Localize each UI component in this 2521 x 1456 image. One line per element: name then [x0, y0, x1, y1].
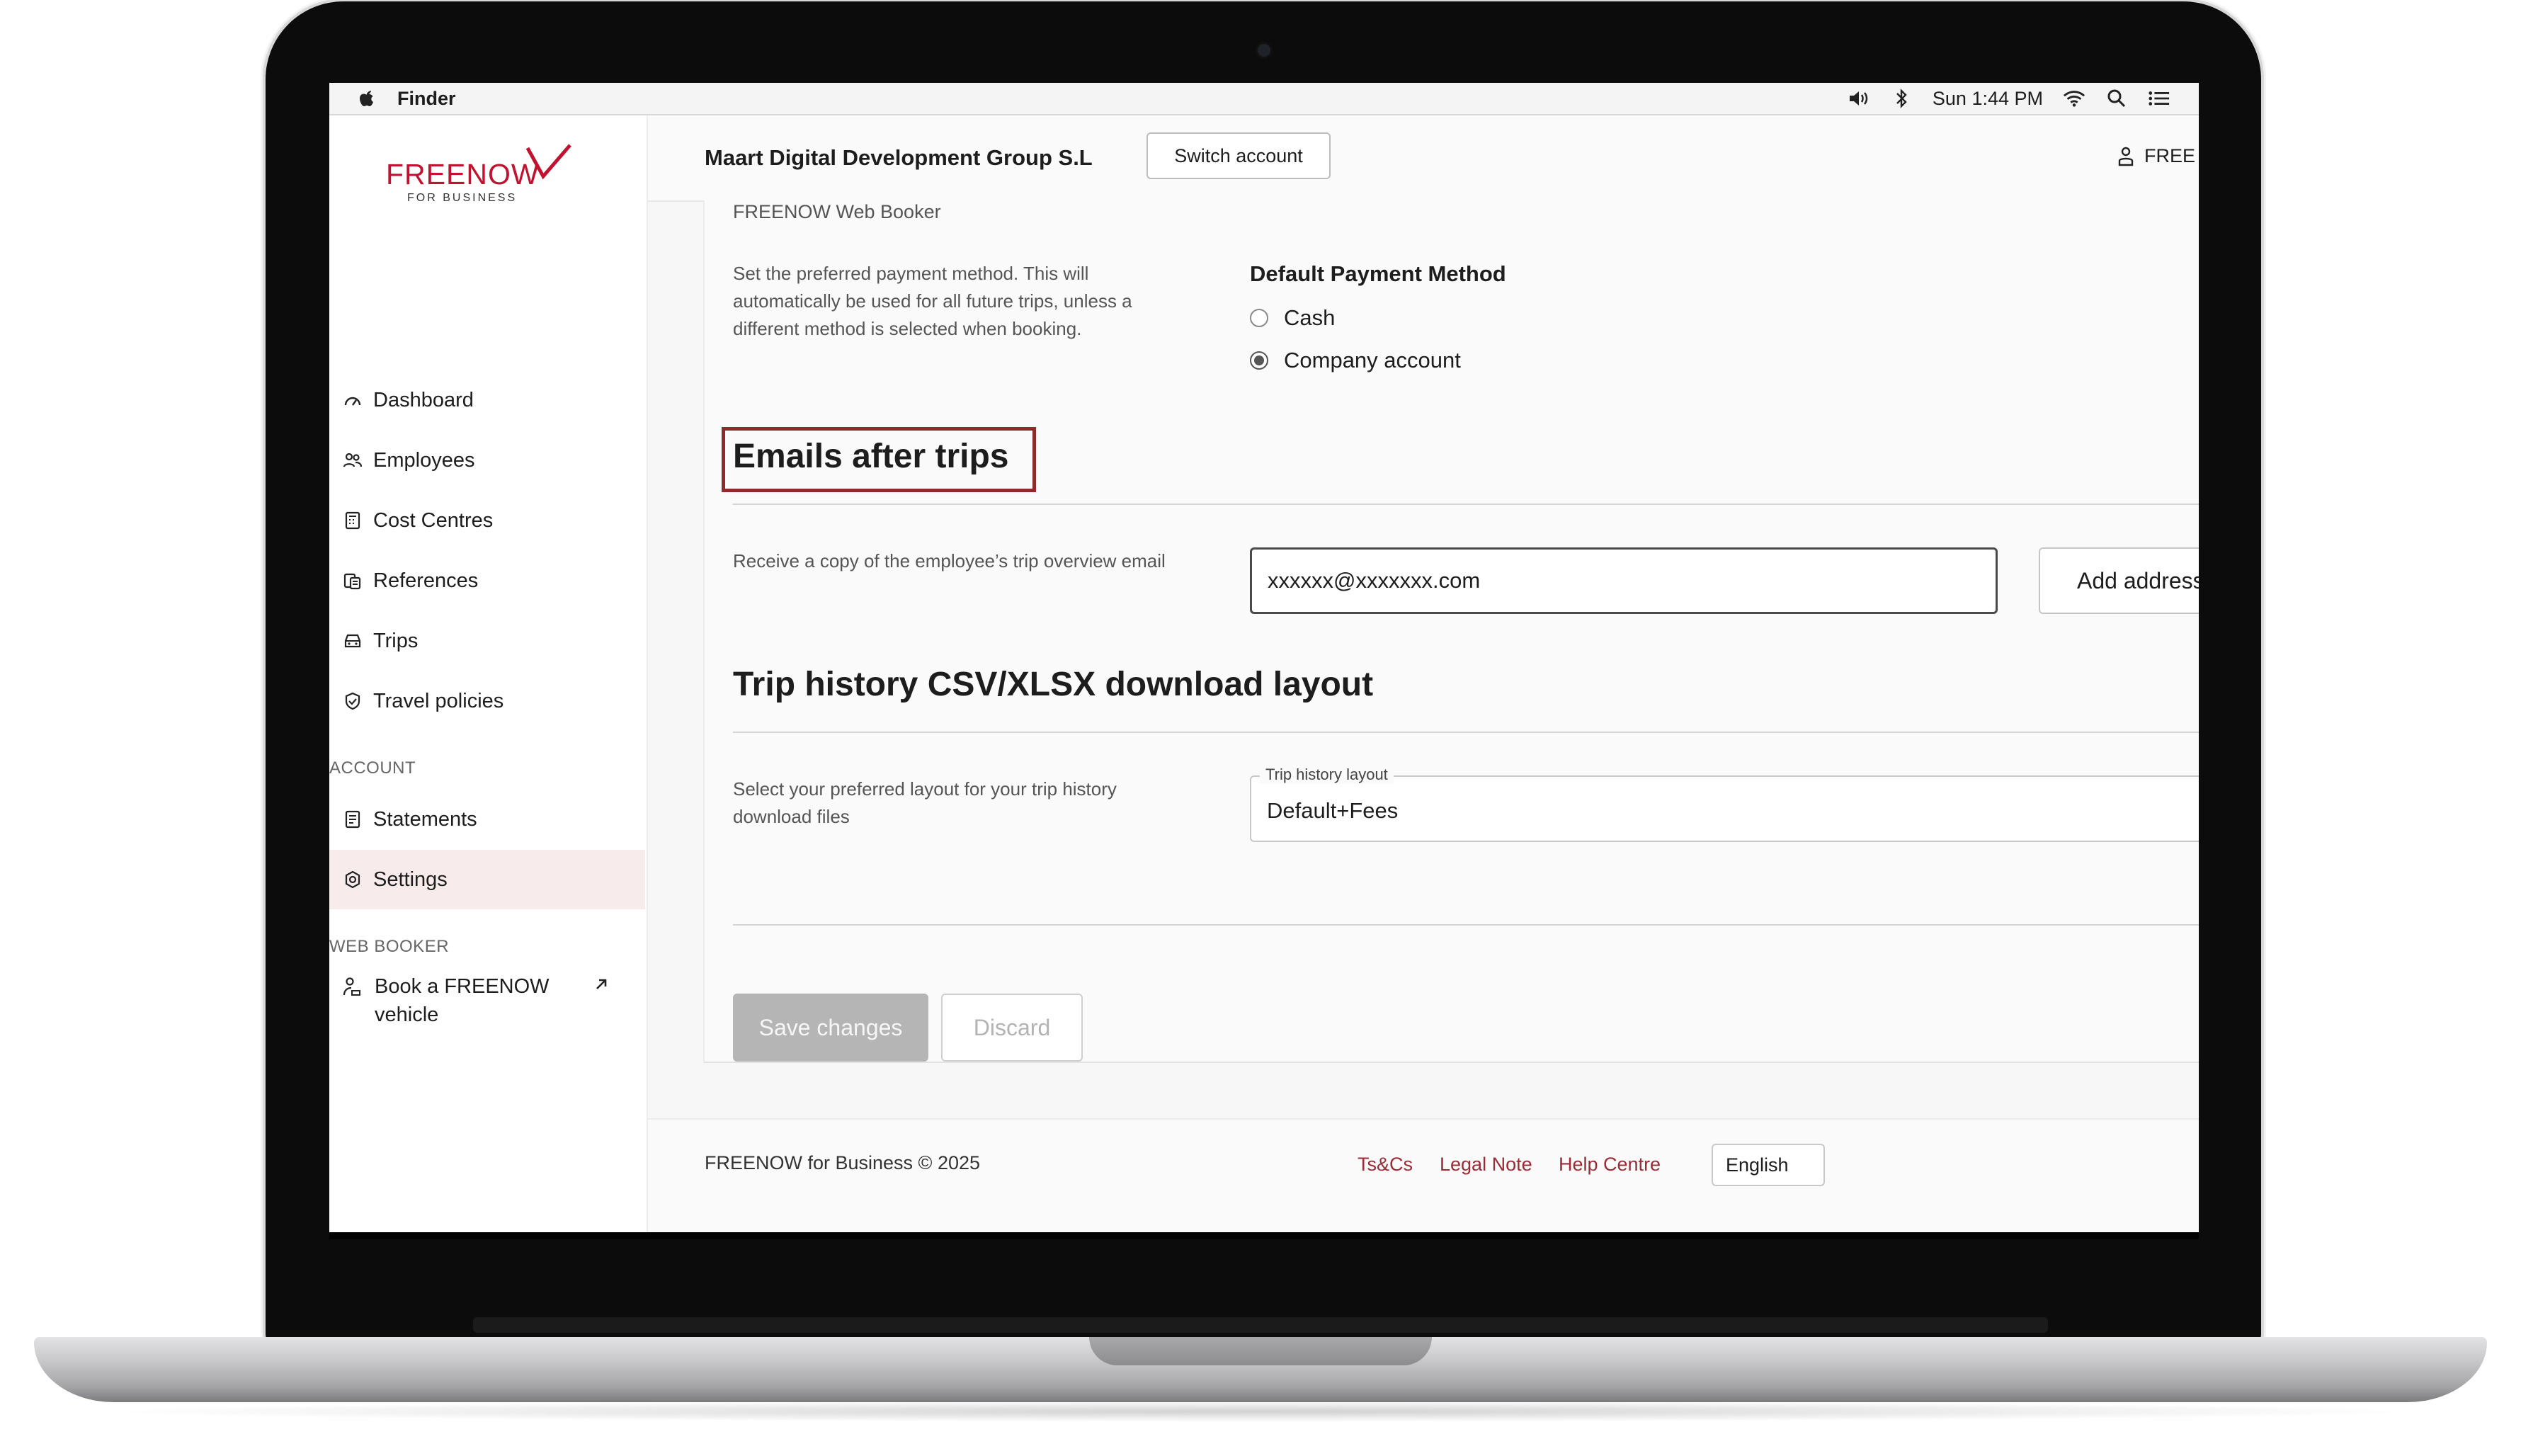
footer-link-help-centre[interactable]: Help Centre: [1559, 1154, 1661, 1176]
radio-company-account[interactable]: [1250, 351, 1268, 370]
emails-description: Receive a copy of the employee’s trip ov…: [733, 550, 1166, 571]
section-divider: [733, 732, 2199, 733]
add-address-button[interactable]: Add address: [2039, 547, 2199, 614]
menu-app-name[interactable]: Finder: [397, 88, 456, 110]
sidebar-item-statements[interactable]: Statements: [329, 790, 645, 849]
top-bar: Maart Digital Development Group S.L Swit…: [648, 115, 2199, 202]
sidebar-item-employees[interactable]: Employees: [329, 431, 645, 490]
menu-status-area: Sun 1:44 PM: [1848, 88, 2170, 110]
trip-history-description: Select your preferred layout for your tr…: [733, 778, 1117, 827]
company-name: Maart Digital Development Group S.L: [705, 145, 1093, 170]
section-divider: [733, 504, 2199, 505]
email-input[interactable]: xxxxxx@xxxxxxx.com: [1250, 547, 1998, 614]
payment-option-label: Company account: [1284, 348, 1461, 372]
sidebar-item-dashboard[interactable]: Dashboard: [329, 370, 645, 430]
payment-option-label: Cash: [1284, 305, 1336, 330]
footer: FREENOW for Business © 2025 Ts&Cs Legal …: [648, 1118, 2199, 1232]
screen: Finder Sun 1:44 PM FREENOW FOR BUSINESS: [329, 83, 2199, 1232]
sidebar-item-settings[interactable]: Settings: [329, 850, 645, 909]
document-icon: [342, 809, 363, 830]
person-car-icon: [342, 977, 363, 998]
sidebar-item-travel-policies[interactable]: Travel policies: [329, 671, 645, 731]
calculator-icon: [342, 510, 363, 531]
payment-description: Set the preferred payment method. This w…: [733, 263, 1132, 339]
laptop-shadow: [85, 1401, 2436, 1422]
camera-icon: [1258, 44, 1270, 57]
switch-account-button[interactable]: Switch account: [1146, 132, 1331, 179]
bluetooth-icon[interactable]: [1890, 88, 1913, 109]
clipboard-icon: [342, 570, 363, 591]
settings-card: FREENOW Web Booker Set the preferred pay…: [703, 200, 2199, 1063]
logo-subtitle: FOR BUSINESS: [407, 192, 518, 204]
user-menu[interactable]: FREE: [2117, 145, 2195, 167]
external-link-icon: [593, 975, 613, 995]
web-booker-subtitle: FREENOW Web Booker: [733, 201, 941, 222]
gear-icon: [342, 869, 363, 890]
sidebar-item-label: Travel policies: [373, 689, 504, 712]
trip-history-layout-value: Default+Fees: [1267, 798, 1399, 823]
user-icon: [2118, 147, 2134, 166]
screen-bottom-bezel: [329, 1232, 2199, 1239]
footer-link-terms[interactable]: Ts&Cs: [1358, 1154, 1413, 1176]
footer-copyright: FREENOW for Business © 2025: [705, 1152, 981, 1173]
payment-option-company-account[interactable]: Company account: [1250, 348, 1461, 373]
account-section-label: ACCOUNT: [329, 758, 416, 778]
web-booker-section-label: WEB BOOKER: [329, 937, 450, 956]
control-list-icon[interactable]: [2148, 88, 2170, 109]
sidebar-item-label: Settings: [373, 868, 448, 891]
save-changes-button[interactable]: Save changes: [733, 994, 928, 1062]
sidebar-item-label: Statements: [373, 807, 477, 831]
apple-icon[interactable]: [356, 88, 377, 109]
menu-bar: Finder Sun 1:44 PM: [329, 83, 2199, 115]
emails-section-title: Emails after trips: [733, 438, 1009, 475]
language-select[interactable]: English: [1712, 1144, 1825, 1186]
trip-history-section-title: Trip history CSV/XLSX download layout: [733, 666, 1374, 703]
logo-check-icon: [525, 144, 571, 180]
spotlight-search-icon[interactable]: [2105, 88, 2128, 109]
payment-option-cash[interactable]: Cash: [1250, 305, 1335, 331]
sidebar-item-label: Employees: [373, 448, 475, 472]
sidebar-item-label: Cost Centres: [373, 508, 494, 532]
freenow-logo[interactable]: FREENOW FOR BUSINESS: [386, 142, 571, 204]
footer-link-legal-note[interactable]: Legal Note: [1440, 1154, 1532, 1176]
discard-button[interactable]: Discard: [941, 994, 1083, 1062]
car-icon: [342, 630, 363, 652]
payment-method-title: Default Payment Method: [1250, 261, 1506, 286]
main-content: Maart Digital Development Group S.L Swit…: [648, 115, 2199, 1232]
sidebar-item-trips[interactable]: Trips: [329, 611, 645, 671]
laptop-notch: [1089, 1337, 1432, 1365]
wifi-icon[interactable]: [2063, 88, 2085, 109]
logo-word: FREENOW: [386, 158, 540, 190]
gauge-icon: [342, 389, 363, 411]
sidebar-item-label: Dashboard: [373, 388, 474, 411]
sidebar: FREENOW FOR BUSINESS Dashboard Employees…: [329, 115, 648, 1232]
user-name: FREE: [2144, 145, 2196, 166]
sidebar-item-references[interactable]: References: [329, 551, 645, 610]
sidebar-item-cost-centres[interactable]: Cost Centres: [329, 491, 645, 550]
trip-history-layout-select[interactable]: Trip history layout Default+Fees: [1250, 766, 2199, 842]
shield-icon: [342, 690, 363, 712]
radio-cash[interactable]: [1250, 309, 1268, 327]
section-divider: [733, 924, 2199, 926]
menu-clock[interactable]: Sun 1:44 PM: [1933, 88, 2043, 110]
lid-hinge-strip: [473, 1317, 2048, 1333]
volume-icon[interactable]: [1848, 88, 1870, 109]
people-icon: [342, 450, 363, 471]
sidebar-item-book-vehicle[interactable]: Book a FREENOW vehicle: [329, 968, 645, 1032]
sidebar-item-label: Trips: [373, 629, 419, 652]
sidebar-item-label: References: [373, 569, 479, 592]
trip-history-layout-label: Trip history layout: [1260, 766, 1394, 784]
sidebar-item-label: Book a FREENOW vehicle: [375, 975, 550, 1026]
